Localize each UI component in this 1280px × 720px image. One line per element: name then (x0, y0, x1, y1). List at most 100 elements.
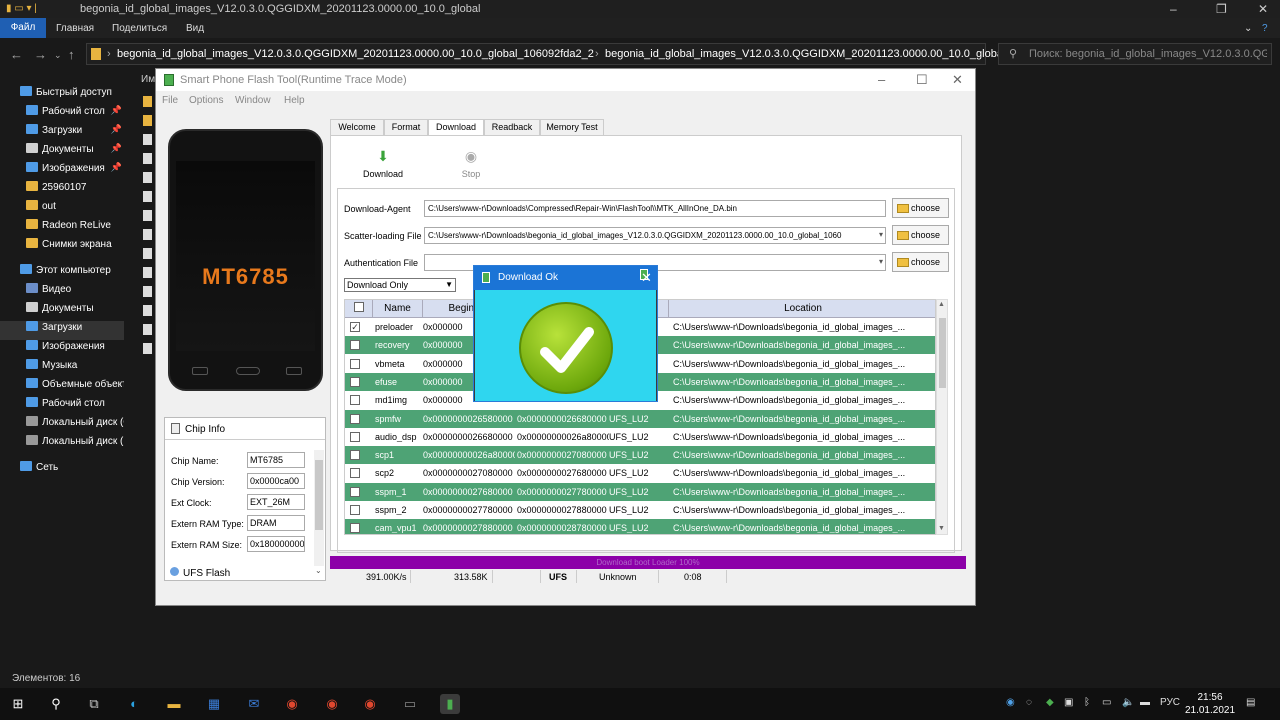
select-all-checkbox[interactable] (353, 302, 364, 312)
mail-icon[interactable]: ✉ (244, 694, 264, 714)
language-indicator[interactable]: РУС (1160, 697, 1180, 708)
scroll-down-icon[interactable]: ▼ (938, 525, 945, 532)
battery-icon[interactable]: ▬ (1140, 697, 1150, 708)
ribbon-tab-home[interactable]: Главная (56, 23, 94, 34)
row-checkbox[interactable] (350, 431, 360, 442)
menu-window[interactable]: Window (235, 95, 271, 106)
nav-item[interactable]: 25960107 (0, 181, 124, 200)
nav-item[interactable]: Загрузки 📌 (0, 124, 124, 143)
chrome-icon[interactable]: ◉ (322, 694, 342, 714)
start-icon[interactable]: ⊞ (8, 694, 28, 714)
ribbon-tab-file[interactable]: Файл (0, 18, 46, 38)
menu-file[interactable]: File (162, 95, 178, 106)
nav-item[interactable]: Изображения 📌 (0, 162, 124, 181)
file-icon[interactable] (143, 191, 152, 202)
network-icon[interactable]: ▭ (1102, 697, 1111, 708)
choose-scatter-file-button[interactable]: choose (892, 225, 949, 245)
breadcrumb-item[interactable]: begonia_id_global_images_V12.0.3.0.QGGID… (117, 48, 594, 60)
row-checkbox[interactable] (350, 376, 360, 387)
tab-memory-test[interactable]: Memory Test (540, 119, 604, 135)
maximize-icon[interactable]: ☐ (916, 72, 928, 88)
file-icon[interactable] (143, 267, 152, 278)
edge-icon[interactable]: ◐ (124, 694, 144, 714)
table-row[interactable]: scp1 0x00000000026a80000 0x000000002708000… (345, 446, 935, 465)
file-icon[interactable] (143, 210, 152, 221)
volume-icon[interactable]: 🔈 (1122, 697, 1134, 708)
nav-item[interactable]: Этот компьютер (0, 264, 124, 283)
chrome-icon[interactable]: ◉ (282, 694, 302, 714)
ribbon-tab-share[interactable]: Поделиться (112, 23, 167, 34)
choose-download-agent-button[interactable]: choose (892, 198, 949, 218)
scrollbar-thumb[interactable] (939, 318, 946, 388)
scatter-file-field[interactable]: C:\Users\www-r\Downloads\begonia_id_glob… (424, 227, 886, 244)
bluetooth-icon[interactable]: ᛒ (1084, 697, 1090, 708)
nav-item[interactable]: Рабочий стол 📌 (0, 105, 124, 124)
nav-item[interactable]: Сеть (0, 461, 124, 480)
table-row[interactable]: audio_dsp 0x0000000026680000 0x00000000026… (345, 427, 935, 446)
row-checkbox[interactable] (350, 486, 360, 497)
tray-app-icon[interactable]: ◉ (1006, 697, 1015, 708)
tray-app-icon[interactable]: ◆ (1046, 697, 1054, 708)
nav-item[interactable]: Документы 📌 (0, 143, 124, 162)
close-icon[interactable]: ✕ (952, 72, 963, 88)
tab-readback[interactable]: Readback (484, 119, 540, 135)
row-checkbox[interactable] (350, 413, 360, 424)
nav-item[interactable]: Объемные объекты (0, 378, 124, 397)
row-checkbox[interactable] (350, 450, 360, 461)
dropdown-arrow-icon[interactable]: ▾ (879, 230, 883, 239)
menu-options[interactable]: Options (189, 95, 223, 106)
notification-center-icon[interactable]: ▤ (1246, 697, 1255, 708)
tab-format[interactable]: Format (384, 119, 428, 135)
recent-dropdown-icon[interactable]: ⌄ (54, 50, 62, 61)
chip-info-scrollbar[interactable] (314, 450, 324, 566)
file-icon[interactable] (143, 248, 152, 259)
file-icon[interactable] (143, 229, 152, 240)
table-row[interactable]: scp2 0x0000000027080000 0x0000000027680000… (345, 464, 935, 483)
menu-help[interactable]: Help (284, 95, 305, 106)
nav-item[interactable]: Изображения (0, 340, 124, 359)
row-checkbox[interactable]: ✓ (350, 322, 360, 332)
nav-item[interactable]: Видео (0, 283, 124, 302)
file-icon[interactable] (143, 305, 152, 316)
nav-item[interactable]: Рабочий стол (0, 397, 124, 416)
nav-item[interactable]: Radeon ReLive (0, 219, 124, 238)
table-scrollbar[interactable]: ▲ ▼ (936, 299, 948, 535)
tab-welcome[interactable]: Welcome (330, 119, 384, 135)
back-icon[interactable]: ← (10, 47, 23, 62)
table-row[interactable]: cam_vpu1 0x0000000027880000 0x000000002878… (345, 519, 935, 534)
nav-item[interactable]: Локальный диск (D:) (0, 435, 124, 454)
maximize-icon[interactable]: ❐ (1216, 2, 1227, 16)
file-icon[interactable] (143, 153, 152, 164)
nav-item[interactable]: Документы (0, 302, 124, 321)
row-checkbox[interactable] (350, 523, 360, 534)
minimize-icon[interactable]: – (1170, 2, 1177, 16)
tray-app-icon[interactable]: ▣ (1064, 697, 1073, 708)
row-checkbox[interactable] (350, 340, 360, 351)
file-icon[interactable] (143, 286, 152, 297)
up-icon[interactable]: ↑ (68, 47, 75, 62)
download-agent-field[interactable]: C:\Users\www-r\Downloads\Compressed\Repa… (424, 200, 886, 217)
terminal-icon[interactable]: ▭ (400, 694, 420, 714)
file-icon[interactable] (143, 115, 152, 126)
scrollbar-thumb[interactable] (315, 460, 323, 530)
nav-item[interactable]: out (0, 200, 124, 219)
file-icon[interactable] (143, 343, 152, 354)
nav-item[interactable]: Быстрый доступ (0, 86, 124, 105)
column-header-location[interactable]: Location (669, 300, 935, 318)
select-all-checkbox-cell[interactable] (345, 300, 373, 318)
address-dropdown-icon[interactable]: ⌄ (953, 48, 962, 61)
quick-access-toolbar-icon[interactable]: ▮ ▭ ▾ | (6, 3, 37, 14)
row-checkbox[interactable] (350, 395, 360, 406)
table-row[interactable]: sspm_2 0x0000000027780000 0x00000000278800… (345, 501, 935, 519)
row-checkbox[interactable] (350, 358, 360, 369)
task-view-icon[interactable]: ⧉ (84, 694, 104, 714)
chrome-icon[interactable]: ◉ (360, 694, 380, 714)
nav-item[interactable]: Локальный диск (C:) (0, 416, 124, 435)
minimize-icon[interactable]: – (878, 72, 885, 87)
nav-item[interactable]: Музыка (0, 359, 124, 378)
scroll-up-icon[interactable]: ▲ (938, 301, 945, 308)
scroll-down-icon[interactable]: ⌄ (315, 566, 322, 575)
nav-item[interactable]: Снимки экрана (0, 238, 124, 257)
stop-button[interactable]: ◉ Stop (443, 148, 499, 179)
file-explorer-icon[interactable]: ▬ (164, 694, 184, 714)
